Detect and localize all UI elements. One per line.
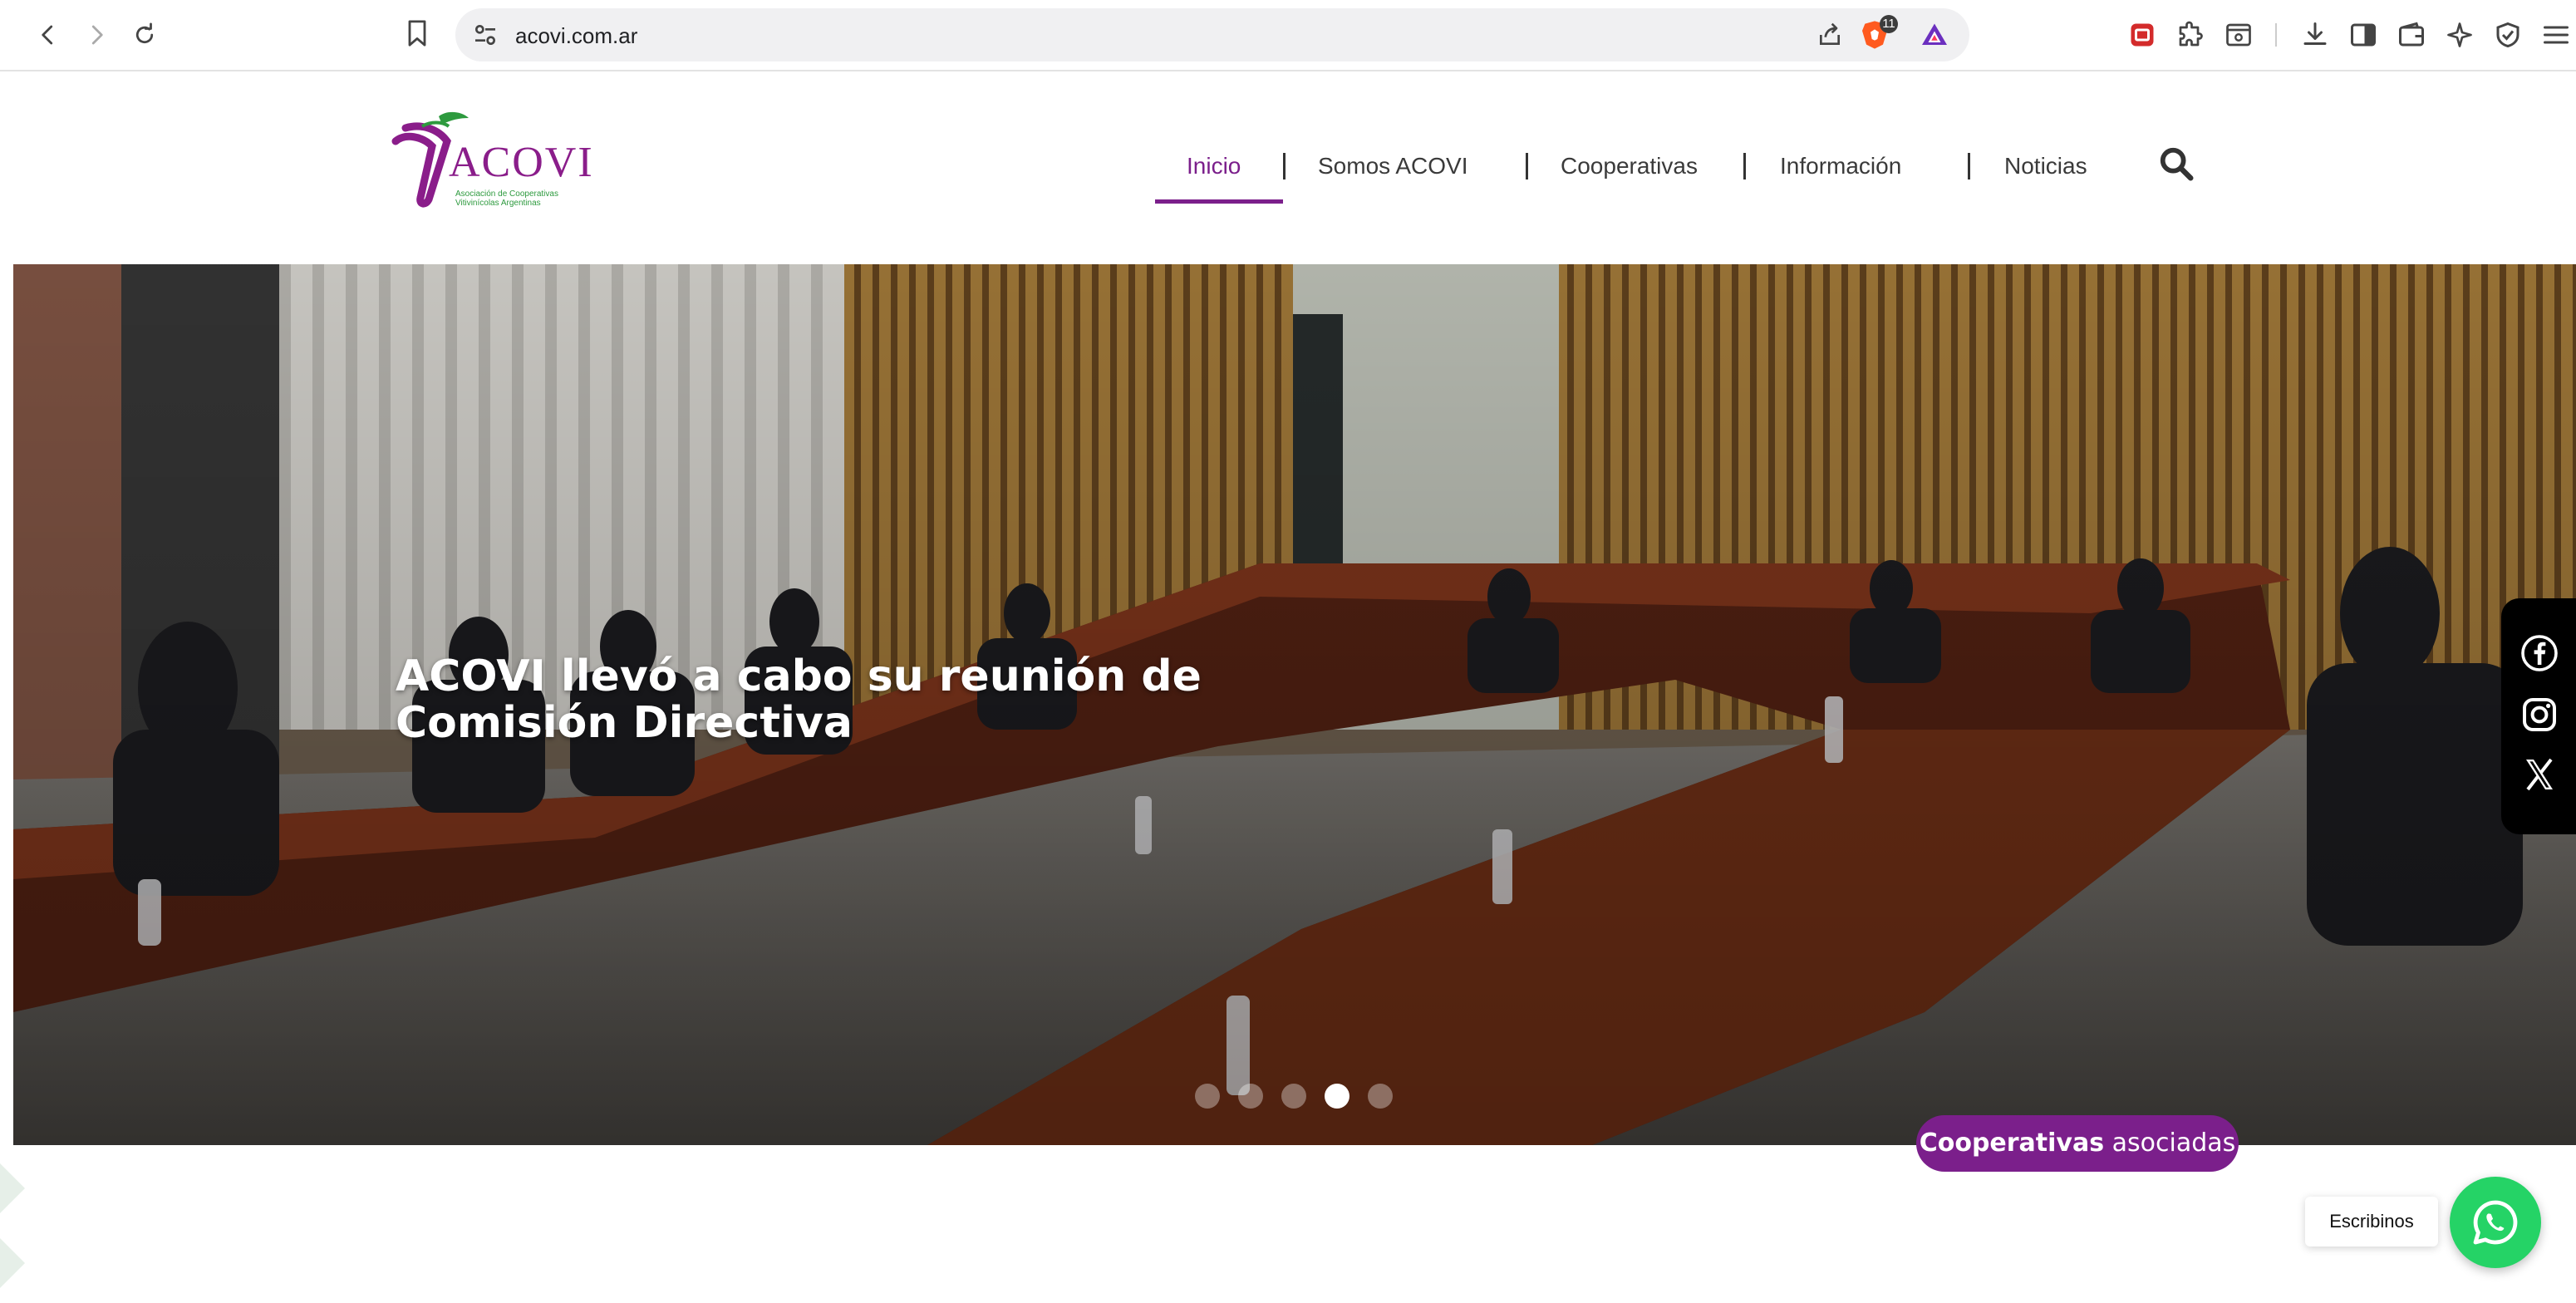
- url-text[interactable]: acovi.com.ar: [515, 23, 637, 49]
- nav-separator: [1283, 153, 1286, 179]
- active-nav-indicator: [1155, 199, 1283, 204]
- page-search-icon[interactable]: [2224, 20, 2254, 50]
- nav-item-informacion[interactable]: Información: [1780, 153, 1901, 179]
- slide-dot[interactable]: [1368, 1084, 1393, 1109]
- back-button[interactable]: [30, 17, 66, 53]
- browser-toolbar: acovi.com.ar 11: [0, 0, 2576, 71]
- decorative-edge-shape: [0, 1163, 25, 1288]
- nav-item-noticias[interactable]: Noticias: [2004, 153, 2087, 179]
- slider-pagination: [1195, 1084, 1393, 1110]
- slide-headline[interactable]: ACOVI llevó a cabo su reunión de Comisió…: [396, 653, 1393, 746]
- nav-separator: [1968, 153, 1970, 179]
- extensions-puzzle-icon[interactable]: [2175, 20, 2205, 50]
- coop-pill-rest: asociadas: [2104, 1128, 2236, 1158]
- slide-dot[interactable]: [1281, 1084, 1306, 1109]
- main-navigation: Inicio Somos ACOVI Cooperativas Informac…: [13, 71, 2576, 264]
- downloads-icon[interactable]: [2300, 20, 2330, 50]
- facebook-icon[interactable]: [2519, 633, 2559, 673]
- x-icon[interactable]: [2519, 755, 2559, 794]
- coop-pill-bold: Cooperativas: [1919, 1128, 2105, 1158]
- back-arrow-icon: [42, 25, 53, 45]
- share-icon[interactable]: [1816, 22, 1843, 48]
- instagram-icon[interactable]: [2519, 695, 2559, 735]
- leo-ai-icon[interactable]: [2445, 20, 2475, 50]
- sidebar-toggle-icon[interactable]: [2348, 20, 2378, 50]
- vpn-shield-icon[interactable]: [2493, 20, 2523, 50]
- social-links-bar: [2501, 598, 2576, 834]
- slide-headline-line2: Comisión Directiva: [396, 698, 853, 748]
- forward-button[interactable]: [78, 17, 115, 53]
- nav-separator: [1743, 153, 1746, 179]
- reload-icon: [135, 22, 154, 44]
- nav-item-cooperativas[interactable]: Cooperativas: [1561, 153, 1698, 179]
- menu-icon[interactable]: [2541, 20, 2571, 50]
- whatsapp-button[interactable]: [2450, 1177, 2541, 1268]
- slide-headline-line1: ACOVI llevó a cabo su reunión de: [396, 652, 1202, 701]
- search-icon[interactable]: [2157, 145, 2195, 183]
- nav-item-inicio[interactable]: Inicio: [1187, 153, 1241, 179]
- slide-dot[interactable]: [1195, 1084, 1220, 1109]
- forward-arrow-icon: [91, 25, 103, 45]
- shields-count-badge: 11: [1880, 15, 1898, 33]
- reload-button[interactable]: [126, 17, 163, 53]
- wallet-icon[interactable]: [2397, 20, 2426, 50]
- address-bar[interactable]: acovi.com.ar 11: [455, 8, 1969, 61]
- extension-red-icon[interactable]: [2127, 20, 2157, 50]
- nav-separator: [1526, 153, 1528, 179]
- hero-slider[interactable]: ACOVI llevó a cabo su reunión de Comisió…: [13, 264, 2576, 1145]
- site-settings-icon[interactable]: [472, 22, 499, 48]
- cooperativas-asociadas-button[interactable]: Cooperativas asociadas: [1916, 1115, 2239, 1172]
- bookmark-icon[interactable]: [404, 18, 430, 48]
- toolbar-divider: [2275, 23, 2277, 47]
- chat-label[interactable]: Escribinos: [2305, 1197, 2438, 1246]
- whatsapp-icon: [2473, 1200, 2518, 1245]
- site-header: ACOVI Asociación de Cooperativas Vitivin…: [13, 71, 2576, 264]
- nav-item-somos-acovi[interactable]: Somos ACOVI: [1318, 153, 1468, 179]
- slide-dot[interactable]: [1238, 1084, 1263, 1109]
- brave-rewards-icon[interactable]: [1920, 20, 1949, 50]
- slide-dot-active[interactable]: [1325, 1084, 1349, 1109]
